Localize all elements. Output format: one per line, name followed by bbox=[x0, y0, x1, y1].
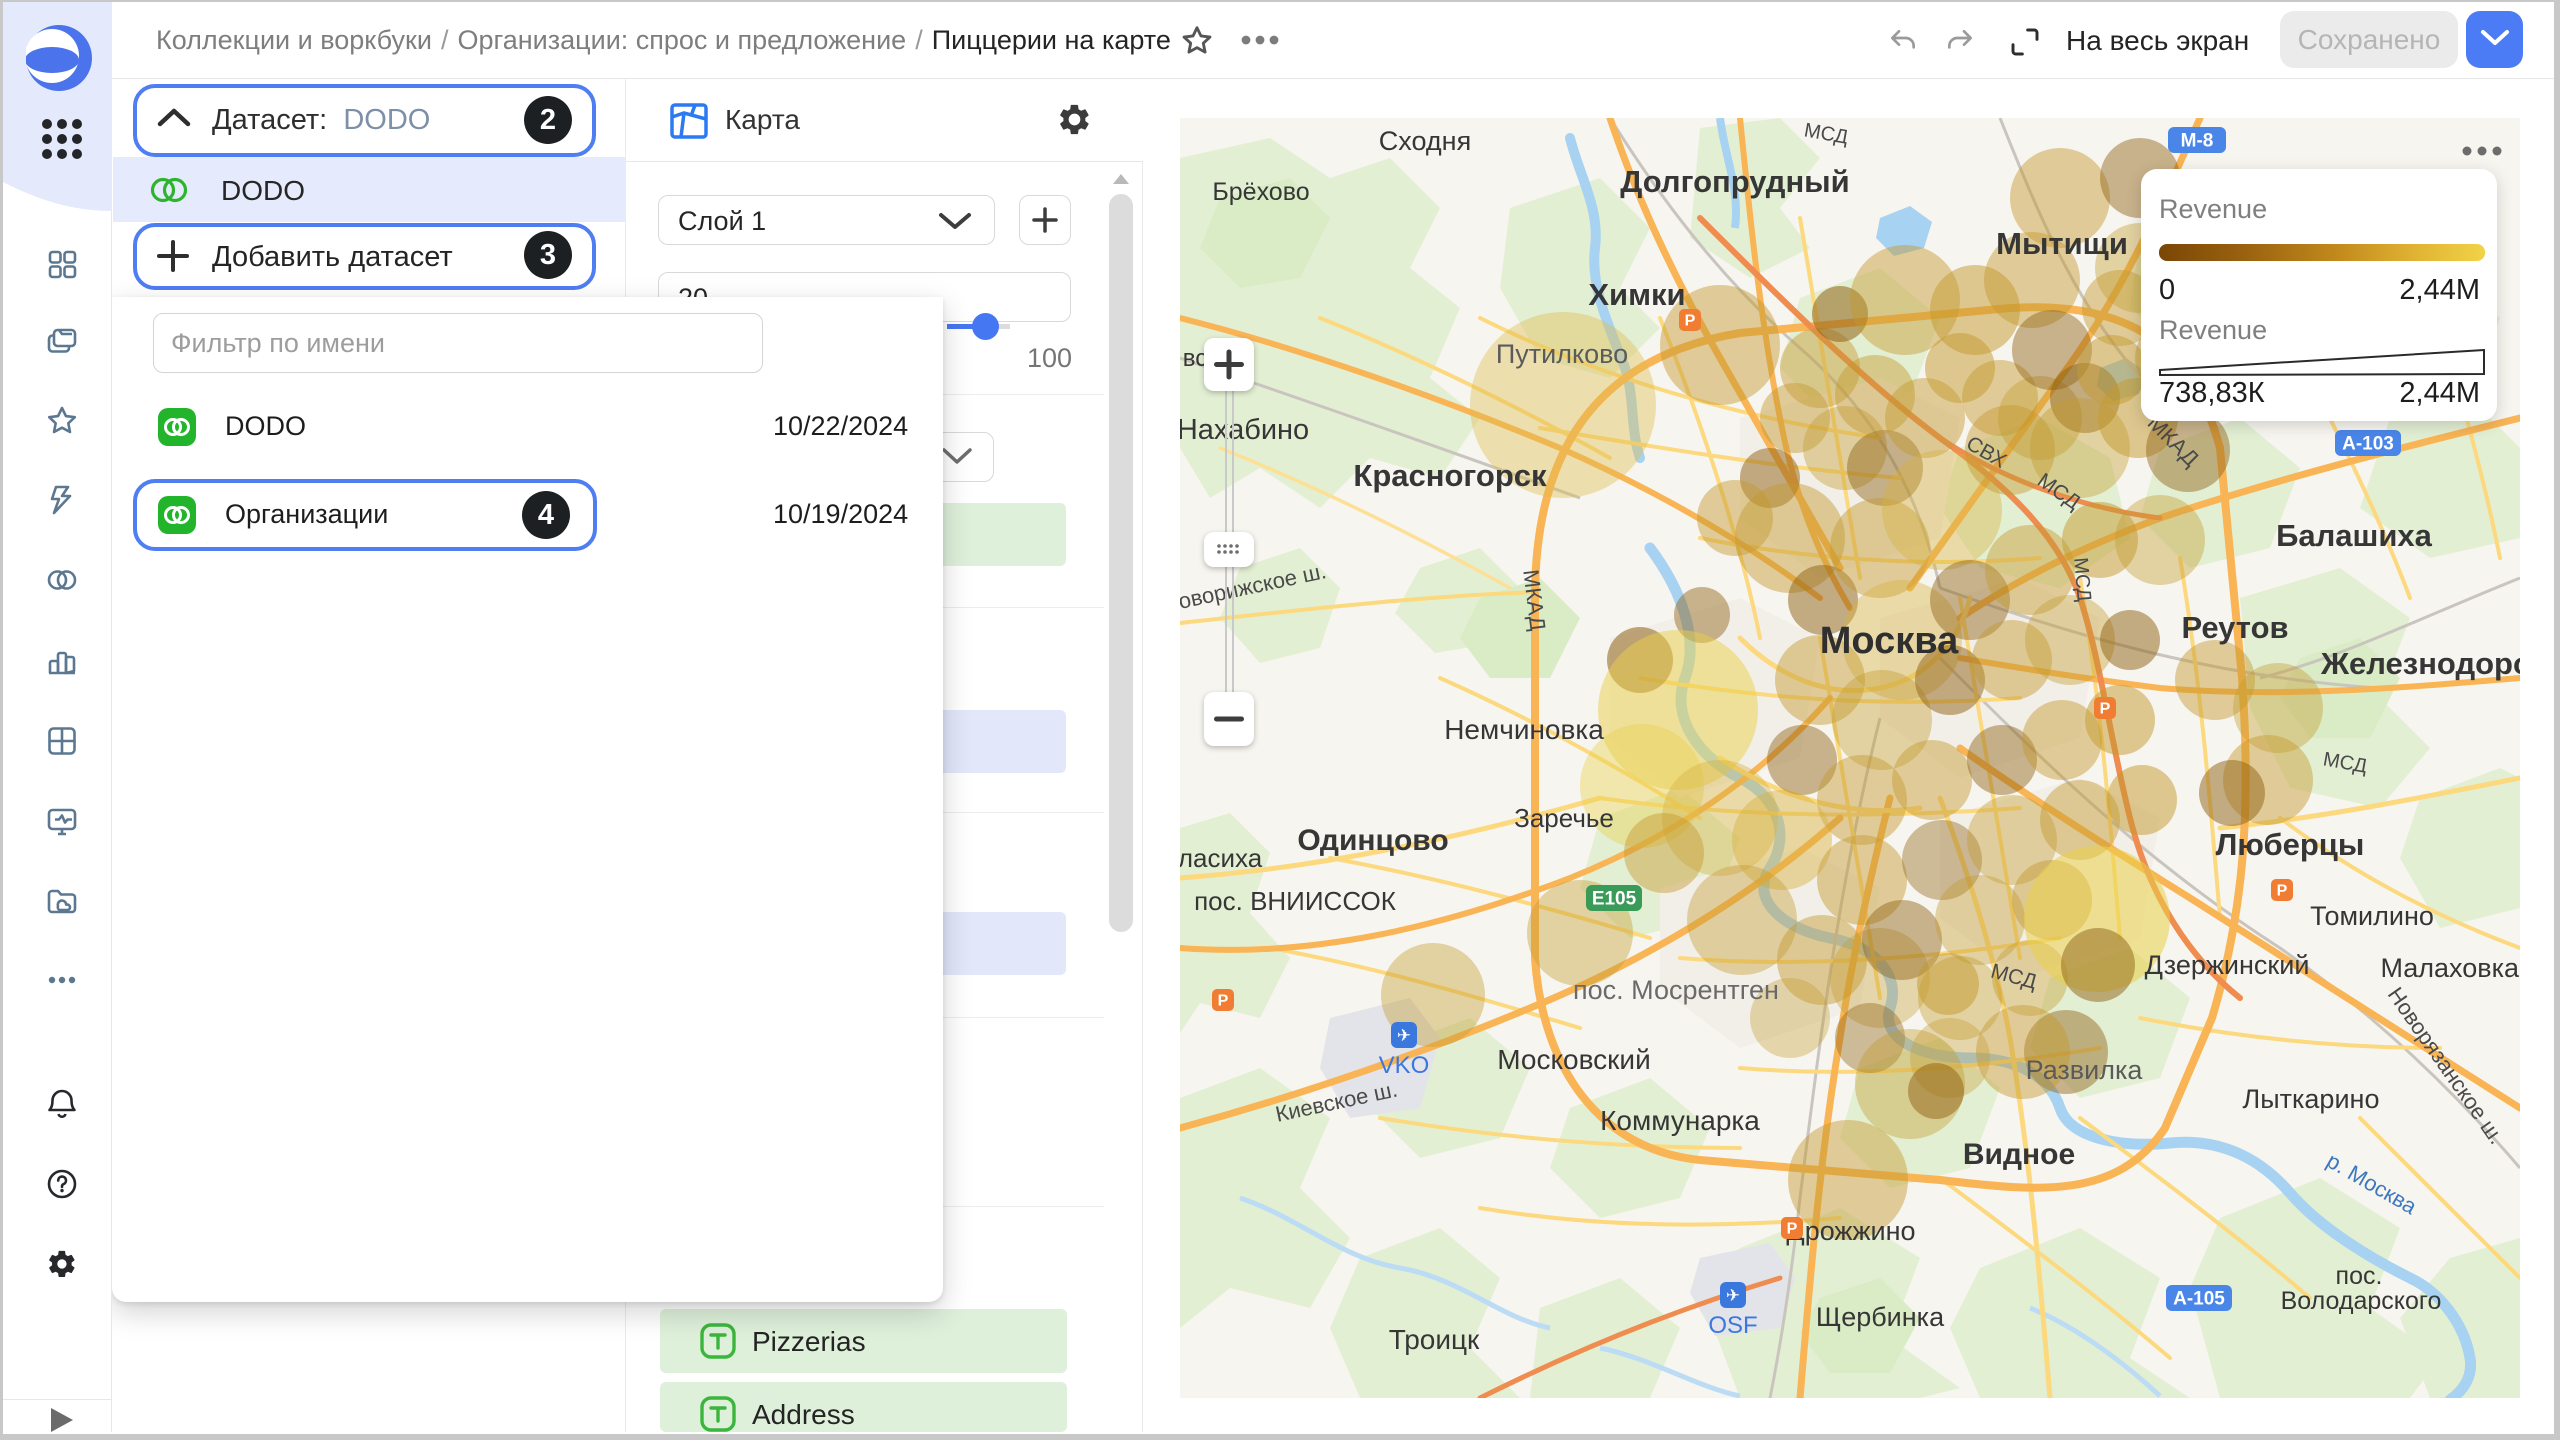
svg-text:Мытищи: Мытищи bbox=[1996, 226, 2128, 261]
svg-text:Немчиновка: Немчиновка bbox=[1444, 714, 1604, 745]
svg-text:Коммунарка: Коммунарка bbox=[1600, 1105, 1760, 1136]
svg-text:Р: Р bbox=[2100, 701, 2111, 718]
svg-text:М-8: М-8 bbox=[2181, 131, 2214, 152]
svg-text:Химки: Химки bbox=[1588, 277, 1685, 312]
svg-text:✈: ✈ bbox=[1726, 1286, 1740, 1305]
svg-text:Москва: Москва bbox=[1820, 620, 1959, 662]
svg-text:Заречье: Заречье bbox=[1514, 803, 1614, 833]
svg-text:Дзержинский: Дзержинский bbox=[2145, 950, 2310, 980]
svg-text:Красногорск: Красногорск bbox=[1353, 458, 1547, 493]
svg-text:Путилково: Путилково bbox=[1496, 339, 1628, 369]
svg-text:OSF: OSF bbox=[1708, 1312, 1757, 1339]
svg-text:Троицк: Троицк bbox=[1389, 1324, 1480, 1355]
svg-text:Нахабино: Нахабино bbox=[1180, 414, 1309, 446]
svg-text:А-105: А-105 bbox=[2173, 1289, 2225, 1310]
svg-text:Р: Р bbox=[1218, 993, 1229, 1010]
svg-text:Железнодоро: Железнодоро bbox=[2320, 646, 2520, 681]
svg-text:Люберцы: Люберцы bbox=[2216, 827, 2365, 862]
svg-text:Видное: Видное bbox=[1963, 1138, 2075, 1171]
svg-text:Щербинка: Щербинка bbox=[1816, 1302, 1945, 1332]
svg-text:МСД: МСД bbox=[2069, 556, 2095, 602]
svg-text:Малаховка: Малаховка bbox=[2380, 953, 2520, 983]
svg-text:Сходня: Сходня bbox=[1379, 126, 1471, 156]
svg-text:VKO: VKO bbox=[1379, 1052, 1430, 1079]
svg-text:Московский: Московский bbox=[1497, 1044, 1650, 1075]
svg-text:Реутов: Реутов bbox=[2181, 610, 2288, 645]
svg-text:пос. Мосрентген: пос. Мосрентген bbox=[1573, 975, 1779, 1005]
svg-text:Развилка: Развилка bbox=[2026, 1055, 2144, 1085]
svg-text:Дрожжино: Дрожжино bbox=[1786, 1216, 1915, 1246]
svg-text:пос. ВНИИССОК: пос. ВНИИССОК bbox=[1194, 886, 1396, 916]
svg-text:Томилино: Томилино bbox=[2310, 901, 2434, 931]
svg-text:Брёхово: Брёхово bbox=[1212, 178, 1309, 206]
svg-text:Володарского: Володарского bbox=[2281, 1287, 2442, 1315]
svg-text:Р: Р bbox=[2277, 883, 2288, 900]
svg-text:Р: Р bbox=[1685, 313, 1696, 330]
svg-text:Одинцово: Одинцово bbox=[1297, 824, 1448, 857]
svg-text:Р: Р bbox=[1787, 1221, 1798, 1238]
svg-text:✈: ✈ bbox=[1397, 1026, 1411, 1045]
svg-text:Лыткарино: Лыткарино bbox=[2243, 1084, 2380, 1114]
svg-text:А-103: А-103 bbox=[2342, 434, 2394, 455]
svg-text:Е105: Е105 bbox=[1592, 889, 1637, 910]
svg-text:Долгопрудный: Долгопрудный bbox=[1620, 164, 1849, 199]
svg-text:Балашиха: Балашиха bbox=[2276, 518, 2433, 553]
svg-text:пос.: пос. bbox=[2336, 1262, 2383, 1290]
svg-text:ласиха: ласиха bbox=[1180, 843, 1263, 873]
